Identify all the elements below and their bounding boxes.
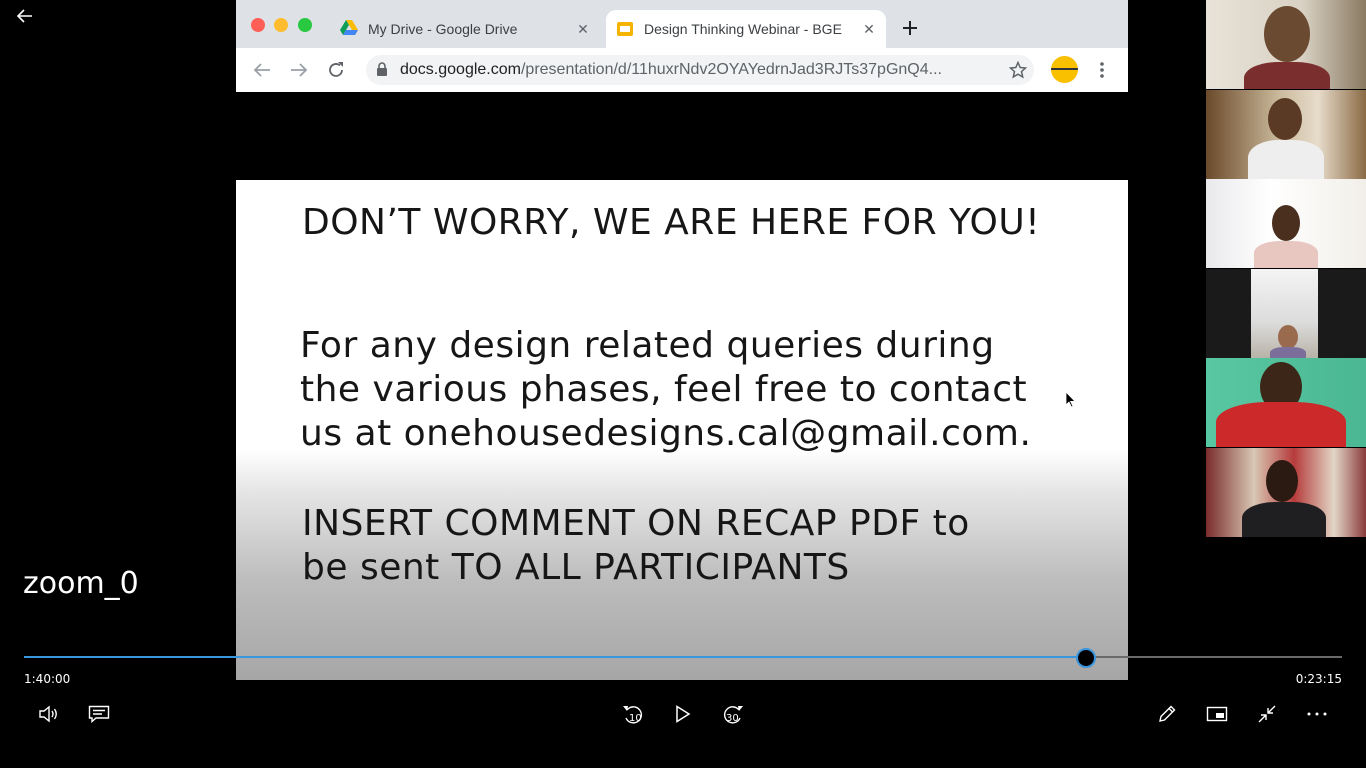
back-arrow-icon[interactable] bbox=[12, 4, 38, 28]
pen-icon[interactable] bbox=[1152, 700, 1182, 728]
bookmark-star-icon[interactable] bbox=[1006, 58, 1030, 82]
slide-body: For any design related queries during th… bbox=[300, 324, 1031, 456]
browser-window: My Drive - Google Drive ✕ Design Thinkin… bbox=[236, 0, 1128, 92]
close-tab-icon[interactable]: ✕ bbox=[858, 18, 880, 40]
participant-video[interactable] bbox=[1206, 448, 1366, 537]
browser-tab-slides[interactable]: Design Thinking Webinar - BGE ✕ bbox=[606, 10, 886, 48]
maximize-window-button[interactable] bbox=[298, 18, 312, 32]
lock-icon bbox=[376, 62, 392, 78]
google-drive-icon bbox=[340, 20, 358, 38]
browser-back-icon[interactable] bbox=[250, 58, 274, 82]
browser-forward-icon[interactable] bbox=[287, 58, 311, 82]
slide-body-line: us at onehousedesigns.cal@gmail.com. bbox=[300, 413, 1032, 454]
participant-gallery bbox=[1206, 0, 1366, 538]
browser-tab-drive[interactable]: My Drive - Google Drive ✕ bbox=[330, 10, 600, 48]
skip-back-seconds: 10 bbox=[629, 713, 642, 724]
close-window-button[interactable] bbox=[251, 18, 265, 32]
shared-screen: My Drive - Google Drive ✕ Design Thinkin… bbox=[236, 0, 1128, 680]
slide-note-line: be sent TO ALL PARTICIPANTS bbox=[302, 547, 850, 588]
browser-toolbar: docs.google.com/presentation/d/11huxrNdv… bbox=[236, 48, 1128, 92]
seek-bar[interactable] bbox=[24, 647, 1342, 668]
remaining-time: 0:23:15 bbox=[1295, 672, 1342, 686]
play-icon[interactable] bbox=[668, 700, 698, 728]
slide-body-line: the various phases, feel free to contact bbox=[300, 369, 1028, 410]
slide-heading: DON’T WORRY, WE ARE HERE FOR YOU! bbox=[302, 202, 1041, 243]
mini-view-icon[interactable] bbox=[1202, 700, 1232, 728]
url-text: docs.google.com/presentation/d/11huxrNdv… bbox=[400, 61, 942, 78]
minimize-window-button[interactable] bbox=[274, 18, 288, 32]
skip-forward-seconds: 30 bbox=[726, 713, 739, 724]
slide-body-line: For any design related queries during bbox=[300, 325, 995, 366]
tab-title: My Drive - Google Drive bbox=[368, 21, 518, 37]
address-bar[interactable]: docs.google.com/presentation/d/11huxrNdv… bbox=[366, 55, 1034, 85]
participant-video[interactable] bbox=[1206, 269, 1366, 358]
slide-note-line: INSERT COMMENT ON RECAP PDF to bbox=[302, 503, 970, 544]
captions-icon[interactable] bbox=[84, 700, 114, 728]
skip-forward-icon[interactable]: 30 bbox=[718, 700, 748, 728]
participant-video[interactable] bbox=[1206, 0, 1366, 89]
tab-strip: My Drive - Google Drive ✕ Design Thinkin… bbox=[236, 0, 1128, 50]
participant-video[interactable] bbox=[1206, 179, 1366, 268]
volume-icon[interactable] bbox=[34, 700, 64, 728]
presentation-slide: DON’T WORRY, WE ARE HERE FOR YOU! For an… bbox=[236, 180, 1128, 680]
reload-icon[interactable] bbox=[324, 58, 348, 82]
profile-avatar[interactable] bbox=[1051, 56, 1078, 83]
elapsed-time: 1:40:00 bbox=[24, 672, 71, 686]
seek-progress bbox=[24, 656, 1086, 658]
new-tab-icon[interactable] bbox=[898, 16, 922, 40]
mouse-cursor-icon bbox=[1065, 391, 1076, 412]
participant-video[interactable] bbox=[1206, 90, 1366, 179]
skip-back-icon[interactable]: 10 bbox=[618, 700, 648, 728]
participant-video[interactable] bbox=[1206, 358, 1366, 447]
browser-menu-icon[interactable] bbox=[1092, 58, 1112, 82]
tab-title: Design Thinking Webinar - BGE bbox=[644, 21, 842, 37]
google-slides-icon bbox=[616, 20, 634, 38]
video-player: My Drive - Google Drive ✕ Design Thinkin… bbox=[0, 0, 1366, 768]
close-tab-icon[interactable]: ✕ bbox=[572, 18, 594, 40]
recording-title: zoom_0 bbox=[23, 566, 139, 601]
slide-note: INSERT COMMENT ON RECAP PDF to be sent T… bbox=[302, 502, 970, 590]
exit-fullscreen-icon[interactable] bbox=[1252, 700, 1282, 728]
seek-thumb[interactable] bbox=[1076, 648, 1096, 668]
more-icon[interactable] bbox=[1302, 700, 1332, 728]
